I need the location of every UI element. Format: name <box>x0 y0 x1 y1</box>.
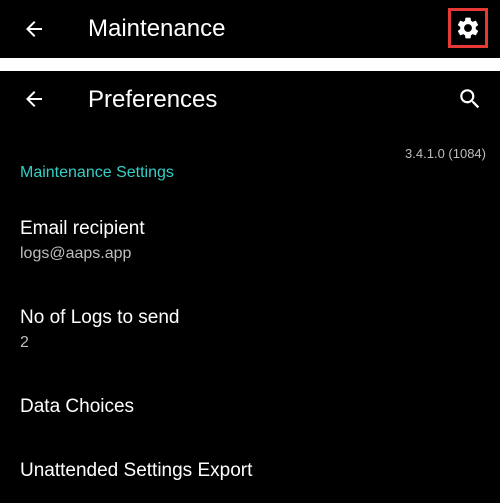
back-button[interactable] <box>14 9 54 49</box>
pref-unattended-settings-export[interactable]: Unattended Settings Export <box>20 459 252 483</box>
arrow-left-icon <box>26 21 42 37</box>
pref-email-recipient[interactable]: Email recipient logs@aaps.app <box>20 217 145 265</box>
version-label: 3.4.1.0 (1084) <box>405 146 486 161</box>
pref-summary: logs@aaps.app <box>20 245 132 262</box>
settings-button[interactable] <box>448 8 488 48</box>
pref-title: Email recipient <box>20 218 145 239</box>
preferences-title: Preferences <box>88 86 218 113</box>
gear-icon <box>457 17 479 39</box>
search-icon <box>460 89 480 109</box>
pref-title: Unattended Settings Export <box>20 460 253 481</box>
pref-title: No of Logs to send <box>20 307 180 328</box>
search-button[interactable] <box>450 79 490 119</box>
preferences-back-button[interactable] <box>14 79 54 119</box>
preferences-app-bar: Preferences <box>0 71 500 127</box>
pref-title: Data Choices <box>20 396 135 417</box>
page-title: Maintenance <box>88 15 226 42</box>
maintenance-app-bar: Maintenance <box>0 0 500 58</box>
pref-summary: 2 <box>20 334 29 351</box>
section-header-maintenance-settings: Maintenance Settings <box>20 164 174 181</box>
pref-data-choices[interactable]: Data Choices <box>20 395 134 419</box>
divider-band <box>0 58 500 71</box>
arrow-left-icon <box>26 91 42 107</box>
pref-no-of-logs[interactable]: No of Logs to send 2 <box>20 306 180 354</box>
